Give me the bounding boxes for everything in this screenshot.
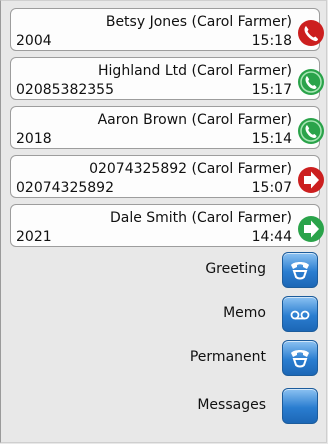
caller-name: Aaron Brown (Carol Farmer) <box>97 112 292 128</box>
call-time: 15:18 <box>251 33 292 49</box>
permanent-label: Permanent <box>189 349 266 365</box>
messages-action[interactable]: Messages <box>118 388 318 424</box>
permanent-action[interactable]: Permanent <box>118 340 318 376</box>
incoming-call-icon <box>296 67 326 97</box>
caller-name: Dale Smith (Carol Farmer) <box>109 210 292 226</box>
voicemail-icon <box>290 310 310 320</box>
call-log-item[interactable]: Aaron Brown (Carol Farmer) 2018 15:14 <box>10 106 326 149</box>
greeting-button[interactable] <box>282 252 318 288</box>
permanent-greeting-icon <box>291 350 309 368</box>
memo-button[interactable] <box>282 296 318 332</box>
caller-number: 2004 <box>16 33 52 49</box>
messages-button[interactable] <box>282 388 318 424</box>
outgoing-missed-icon <box>296 165 326 195</box>
caller-name: Highland Ltd (Carol Farmer) <box>98 63 292 79</box>
outgoing-call-icon <box>296 214 326 244</box>
call-log-item[interactable]: Highland Ltd (Carol Farmer) 02085382355 … <box>10 57 326 100</box>
call-log-item[interactable]: 02074325892 (Carol Farmer) 02074325892 1… <box>10 155 326 198</box>
call-log-item[interactable]: Betsy Jones (Carol Farmer) 2004 15:18 <box>10 8 326 51</box>
call-time: 15:17 <box>251 82 292 98</box>
caller-number: 2018 <box>16 131 52 147</box>
greeting-label: Greeting <box>205 261 266 277</box>
caller-name: 02074325892 (Carol Farmer) <box>89 161 292 177</box>
call-time: 15:07 <box>251 180 292 196</box>
greeting-icon <box>291 262 309 280</box>
call-log: Betsy Jones (Carol Farmer) 2004 15:18 Hi… <box>10 8 326 253</box>
messages-icon <box>287 393 313 419</box>
caller-name: Betsy Jones (Carol Farmer) <box>105 14 292 30</box>
greeting-action[interactable]: Greeting <box>118 252 318 288</box>
memo-action[interactable]: Memo <box>118 296 318 332</box>
missed-call-icon <box>296 18 326 48</box>
caller-number: 2021 <box>16 229 52 245</box>
messages-label: Messages <box>197 397 266 413</box>
call-time: 14:44 <box>251 229 292 245</box>
memo-label: Memo <box>223 305 266 321</box>
permanent-button[interactable] <box>282 340 318 376</box>
call-log-item[interactable]: Dale Smith (Carol Farmer) 2021 14:44 <box>10 204 326 247</box>
caller-number: 02085382355 <box>16 82 114 98</box>
incoming-call-icon <box>296 116 326 146</box>
caller-number: 02074325892 <box>16 180 114 196</box>
call-time: 15:14 <box>251 131 292 147</box>
